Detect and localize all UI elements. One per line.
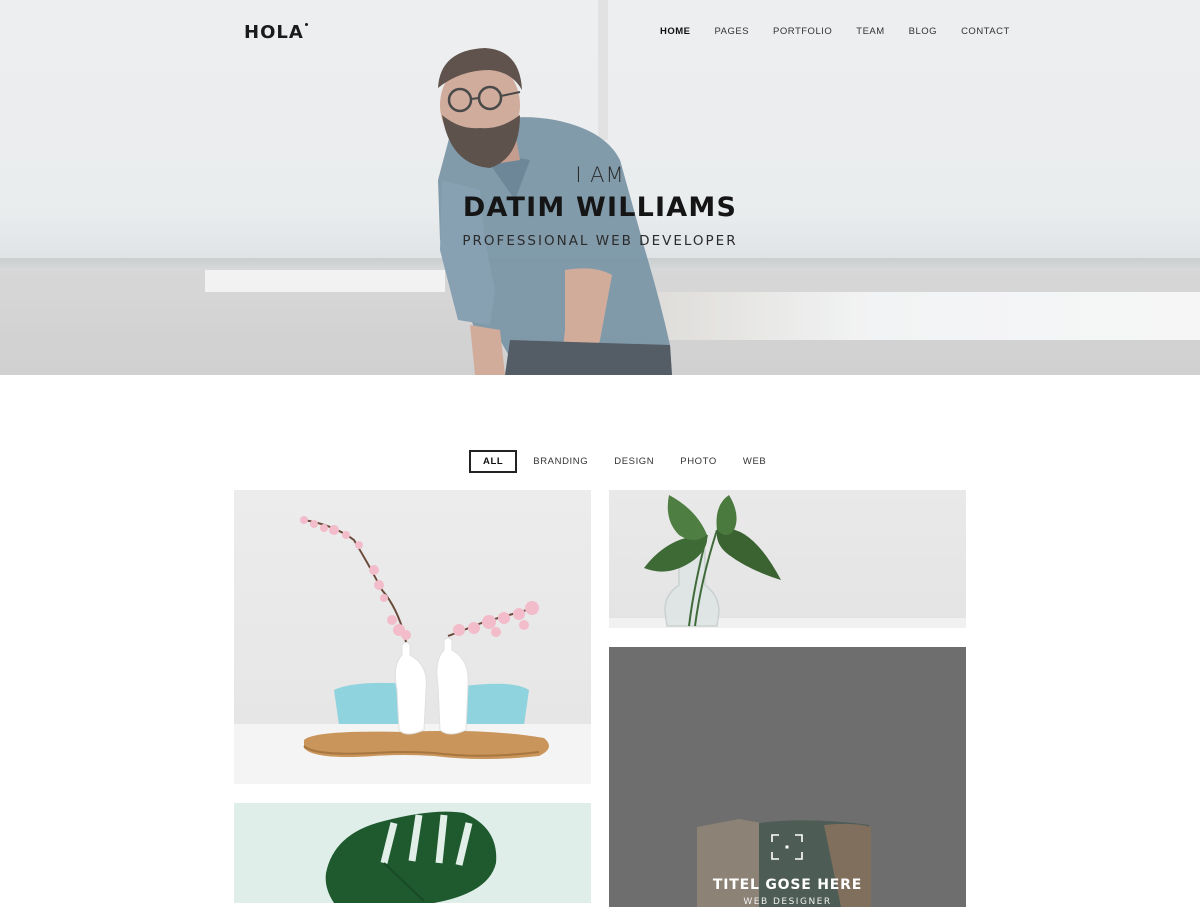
- portfolio-item-flowers[interactable]: [234, 490, 591, 784]
- logo-dot: [304, 23, 308, 26]
- logo[interactable]: HOLA: [244, 22, 308, 43]
- nav-pages[interactable]: PAGES: [715, 26, 750, 37]
- monstera-leaf-photo: [325, 811, 497, 903]
- filter-all[interactable]: ALL: [469, 450, 518, 473]
- main-nav: HOME PAGES PORTFOLIO TEAM BLOG CONTACT: [660, 26, 1034, 37]
- book-mockup-photo: [697, 819, 871, 907]
- portfolio-item-leaf[interactable]: [609, 490, 966, 628]
- portfolio-filters: ALL BRANDING DESIGN PHOTO WEB: [469, 450, 792, 473]
- nav-portfolio[interactable]: PORTFOLIO: [773, 26, 832, 37]
- nav-home[interactable]: HOME: [660, 26, 691, 37]
- hero-overlay: [0, 0, 1200, 375]
- hero-intro: I AM: [575, 163, 625, 187]
- nav-blog[interactable]: BLOG: [909, 26, 937, 37]
- filter-web[interactable]: WEB: [743, 451, 766, 472]
- nav-contact[interactable]: CONTACT: [961, 26, 1010, 37]
- logo-text: HOLA: [244, 22, 304, 43]
- focus-icon: [771, 834, 803, 860]
- filter-photo[interactable]: PHOTO: [680, 451, 717, 472]
- filter-design[interactable]: DESIGN: [614, 451, 654, 472]
- hero-role: PROFESSIONAL WEB DEVELOPER: [462, 233, 738, 249]
- portfolio-item-title: TITEL GOSE HERE: [712, 877, 863, 893]
- nav-team[interactable]: TEAM: [856, 26, 884, 37]
- hero-name: DATIM WILLIAMS: [462, 192, 738, 223]
- hero-section: HOLA HOME PAGES PORTFOLIO TEAM BLOG CONT…: [0, 0, 1200, 375]
- filter-branding[interactable]: BRANDING: [533, 451, 588, 472]
- flowers-in-vases-photo: [234, 516, 591, 784]
- portfolio-item-book[interactable]: TITEL GOSE HERE WEB DESIGNER: [609, 647, 966, 907]
- portfolio-item-monstera[interactable]: [234, 803, 591, 903]
- portfolio-item-subtitle: WEB DESIGNER: [743, 897, 832, 907]
- leaf-in-glass-vase-photo: [609, 495, 966, 628]
